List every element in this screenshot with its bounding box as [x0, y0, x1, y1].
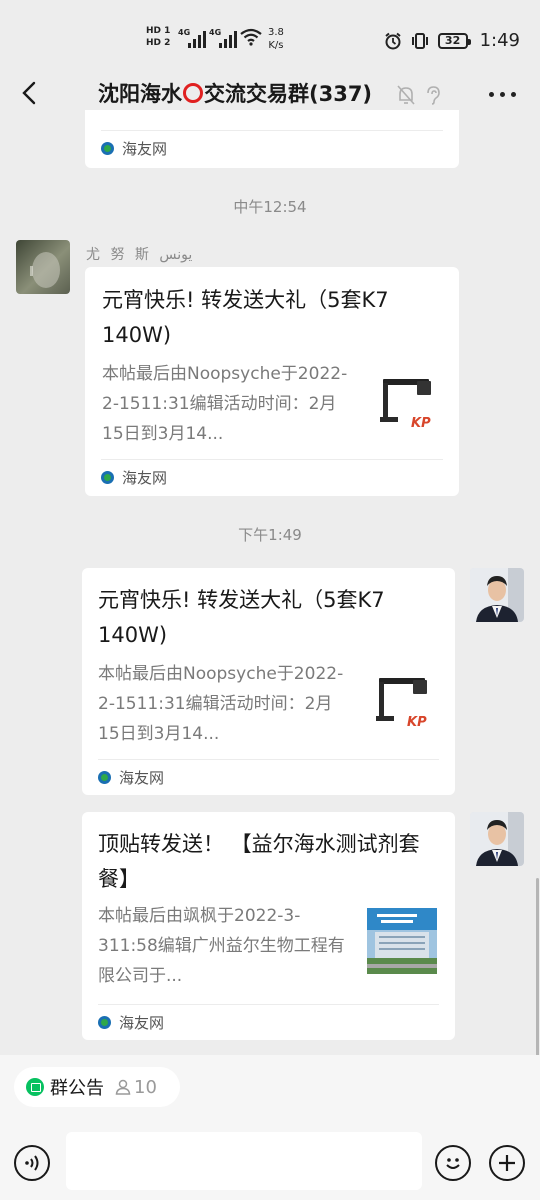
- link-card[interactable]: 顶贴转发送！ 【益尔海水测试剂套餐】 本帖最后由飒枫于2022-3-311:58…: [82, 812, 455, 1040]
- card-title: 顶贴转发送！ 【益尔海水测试剂套餐】: [98, 832, 420, 891]
- company-building-thumbnail: [367, 908, 437, 974]
- product-lamp-thumbnail: KP: [377, 371, 441, 435]
- card-description: 本帖最后由Noopsyche于2022-2-1511:31编辑活动时间：2月15…: [102, 364, 348, 444]
- bottom-panel: 群公告 10: [0, 1055, 540, 1200]
- haiyouwang-logo-icon: [98, 771, 111, 784]
- haiyouwang-logo-icon: [98, 1016, 111, 1029]
- link-card[interactable]: 元宵快乐! 转发送大礼（5套K7 140W) 本帖最后由Noopsyche于20…: [82, 568, 455, 795]
- card-title: 元宵快乐! 转发送大礼（5套K7 140W): [102, 288, 389, 347]
- signal-strength-icon: [188, 30, 206, 48]
- earpiece-mode-icon: [427, 86, 440, 105]
- self-avatar[interactable]: [470, 812, 524, 866]
- vibrate-icon: [411, 32, 428, 49]
- card-source: 海友网: [98, 1004, 439, 1040]
- card-description: 本帖最后由Noopsyche于2022-2-1511:31编辑活动时间：2月15…: [98, 664, 344, 744]
- emoji-button[interactable]: [435, 1145, 471, 1181]
- more-options-icon[interactable]: [489, 92, 516, 97]
- battery-icon: 32: [437, 32, 471, 49]
- self-avatar[interactable]: [470, 568, 524, 622]
- notice-icon: [26, 1078, 44, 1096]
- haiyouwang-logo-icon: [101, 471, 114, 484]
- sender-name: 尤 努 斯 يونس: [86, 247, 193, 263]
- voice-icon: [25, 1155, 39, 1171]
- card-source: 海友网: [101, 130, 443, 166]
- link-card[interactable]: 元宵快乐! 转发送大礼（5套K7 140W) 本帖最后由Noopsyche于20…: [85, 267, 459, 496]
- more-functions-button[interactable]: [489, 1145, 525, 1181]
- sender-avatar[interactable]: [16, 240, 70, 294]
- notice-label: 群公告: [50, 1078, 104, 1099]
- link-card-partial[interactable]: 海友网: [85, 110, 459, 168]
- signal-strength-icon-2: [219, 30, 237, 48]
- card-title: 元宵快乐! 转发送大礼（5套K7 140W): [98, 588, 385, 647]
- group-notice-chip[interactable]: 群公告 10: [14, 1067, 180, 1107]
- svg-text:KP: KP: [411, 416, 431, 431]
- notice-count: 10: [114, 1077, 157, 1098]
- person-icon: [115, 1079, 131, 1095]
- plus-icon: [499, 1155, 515, 1171]
- red-circle-emoji: [183, 83, 203, 103]
- message-input[interactable]: [66, 1132, 422, 1190]
- svg-text:KP: KP: [407, 715, 427, 730]
- card-source: 海友网: [101, 459, 443, 495]
- back-arrow-icon[interactable]: [16, 78, 46, 108]
- product-lamp-thumbnail: KP: [373, 670, 437, 734]
- card-description: 本帖最后由飒枫于2022-3-311:58编辑广州益尔生物工程有限公司于...: [98, 906, 345, 986]
- voice-input-button[interactable]: [14, 1145, 50, 1181]
- card-source: 海友网: [98, 759, 439, 795]
- chat-title: 沈阳海水 交流交易群(337): [98, 82, 373, 106]
- smiley-icon: [446, 1158, 460, 1169]
- network-speed: 3.8 K/s: [268, 27, 284, 51]
- input-bar: [0, 1123, 540, 1200]
- haiyouwang-logo-icon: [101, 142, 114, 155]
- mute-bell-icon: [397, 85, 415, 105]
- timestamp: 下午1:49: [238, 526, 302, 544]
- clock: 1:49: [479, 30, 520, 51]
- hd-indicator: HD 1 HD 2: [146, 26, 171, 48]
- wifi-icon: [240, 28, 262, 46]
- alarm-icon: [384, 32, 401, 49]
- timestamp: 中午12:54: [233, 198, 307, 216]
- scrollbar[interactable]: [536, 878, 539, 1056]
